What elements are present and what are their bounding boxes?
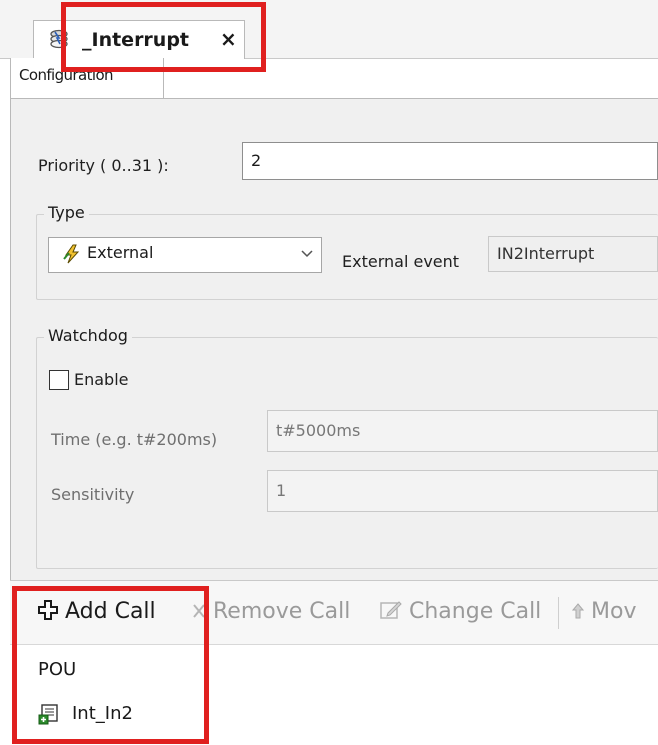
pou-column-header[interactable]: POU [38,659,76,680]
external-event-label: External event [342,252,460,271]
watchdog-group-title: Watchdog [44,326,132,345]
watchdog-enable-checkbox[interactable] [49,370,69,390]
move-call-label: Mov [591,599,637,624]
program-pou-icon [38,704,58,725]
type-group-title: Type [44,203,89,222]
chevron-down-icon [301,250,313,258]
task-stack-icon [50,29,68,49]
toolbar-separator [558,597,559,629]
arrow-up-icon [571,603,585,619]
close-icon[interactable]: × [220,26,237,52]
type-select[interactable]: External [48,237,322,273]
change-call-button[interactable]: Change Call [380,599,541,624]
editor-tab-interrupt[interactable]: _Interrupt × [33,20,245,59]
add-icon [38,600,58,620]
editor-tab-title: _Interrupt [82,29,190,51]
priority-input[interactable]: 2 [242,142,658,180]
watchdog-sensitivity-label: Sensitivity [51,485,135,504]
edit-icon [380,601,402,619]
external-event-field[interactable]: IN2Interrupt [488,236,658,272]
remove-icon [193,604,205,618]
call-toolbar: Add Call Remove Call Change Call Mov [10,580,658,645]
move-call-button[interactable]: Mov [571,599,637,624]
watchdog-time-label: Time (e.g. t#200ms) [51,430,218,449]
tab-configuration[interactable]: Configuration [10,58,164,99]
watchdog-time-field[interactable]: t#5000ms [267,410,658,452]
watchdog-group [36,337,658,569]
tab-configuration-label: Configuration [19,66,114,84]
add-call-button[interactable]: Add Call [38,599,156,624]
lightning-icon [63,244,80,264]
watchdog-sensitivity-field[interactable]: 1 [267,470,658,512]
priority-label: Priority ( 0..31 ): [38,156,169,175]
pou-list: POU Int_In2 [10,644,658,745]
change-call-label: Change Call [409,599,542,624]
pou-name: Int_In2 [72,703,133,724]
type-select-value: External [87,243,154,262]
remove-call-label: Remove Call [213,599,351,624]
watchdog-enable-label: Enable [74,370,129,389]
remove-call-button[interactable]: Remove Call [192,599,350,624]
add-call-label: Add Call [65,599,156,624]
